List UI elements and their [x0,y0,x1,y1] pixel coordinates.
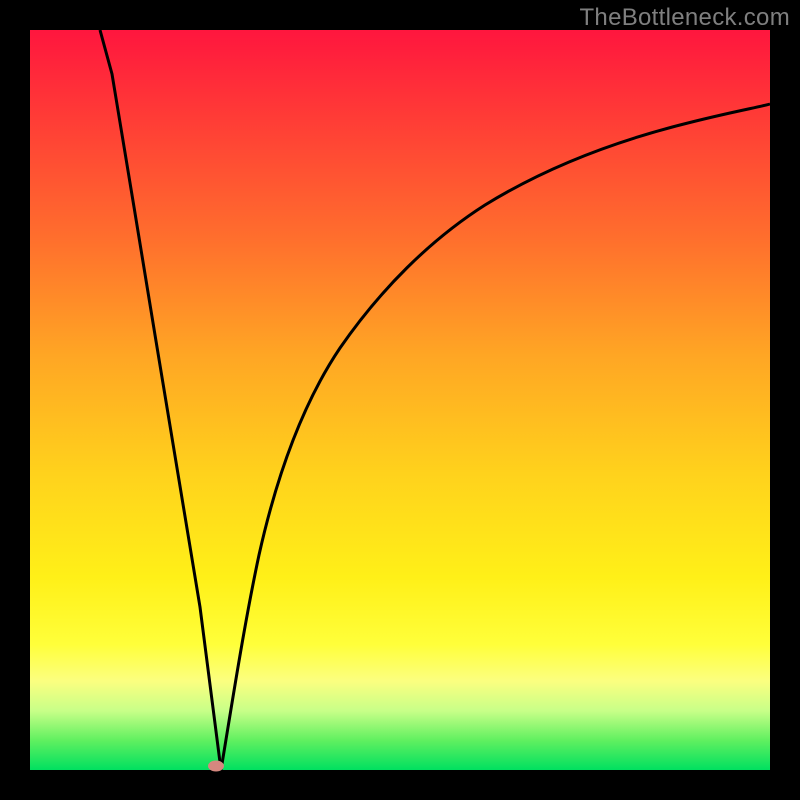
bottleneck-curve [30,30,770,770]
watermark-text: TheBottleneck.com [579,4,790,32]
plot-area [30,30,770,770]
curve-right-branch [221,104,770,770]
curve-left-branch [100,30,221,770]
optimal-point-marker [208,761,224,772]
chart-frame: TheBottleneck.com [0,0,800,800]
